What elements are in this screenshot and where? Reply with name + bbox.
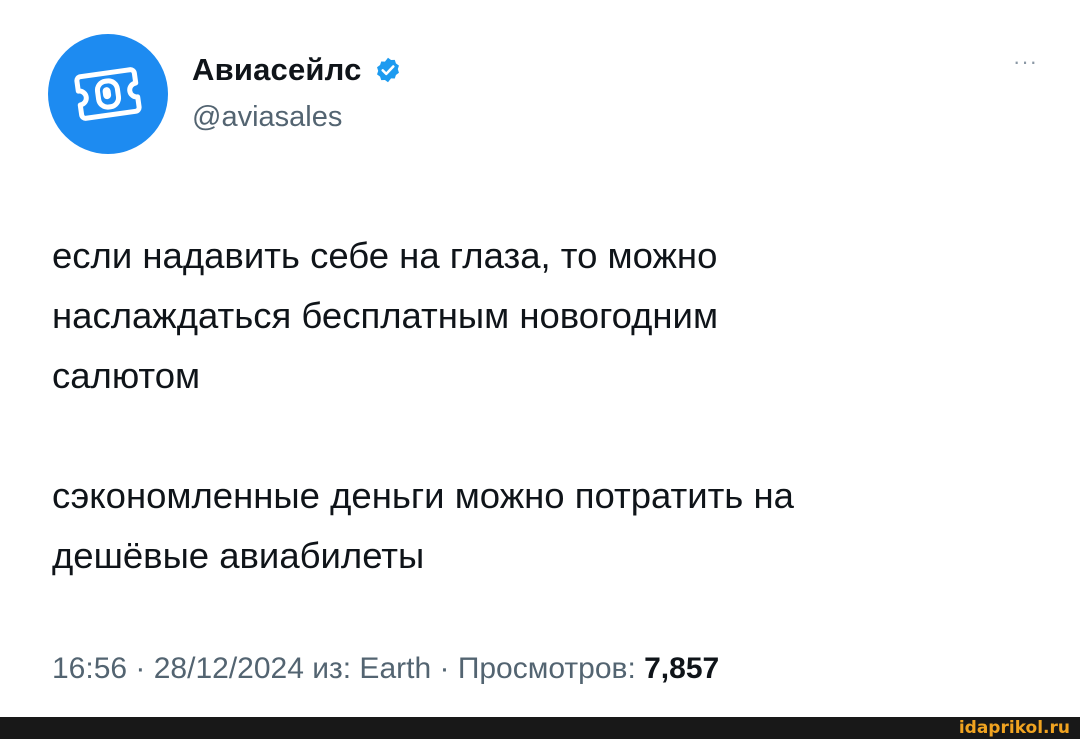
author-display-name[interactable]: Авиасейлс	[192, 52, 362, 88]
tweet-paragraph-1: если надавить себе на глаза, то можно на…	[52, 235, 719, 396]
views-label: Просмотров:	[457, 652, 636, 685]
tweet-source: из: Earth	[312, 652, 432, 685]
verified-badge-icon	[376, 57, 399, 83]
meta-separator: ·	[431, 652, 458, 685]
watermark-bar: idaprikol.ru	[0, 717, 1080, 739]
tweet-meta: 16:56 · 28/12/2024 из: Earth · Просмотро…	[52, 652, 719, 686]
tweet-text: если надавить себе на глаза, то можно на…	[52, 226, 1042, 586]
tweet-time[interactable]: 16:56	[52, 652, 127, 685]
avatar[interactable]	[48, 34, 168, 154]
author-handle[interactable]: @aviasales	[192, 101, 342, 134]
watermark-text: idaprikol.ru	[958, 718, 1070, 738]
more-horizontal-icon[interactable]: ···	[1013, 51, 1038, 73]
tweet-date[interactable]: 28/12/2024	[154, 652, 304, 685]
aviasales-logo-icon	[74, 67, 142, 121]
views-count[interactable]: 7,857	[644, 652, 719, 685]
meta-separator: ·	[127, 652, 154, 685]
author-name-row: Авиасейлс	[192, 50, 402, 90]
tweet-paragraph-2: сэкономленные деньги можно потратить на …	[52, 475, 794, 576]
